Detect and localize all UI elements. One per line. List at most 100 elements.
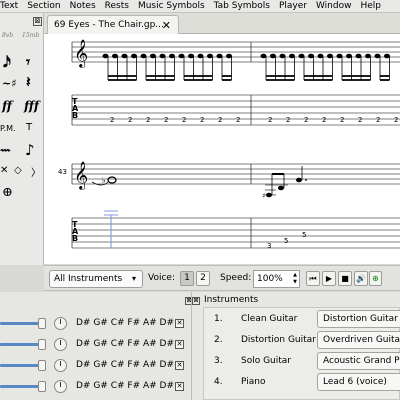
play-button[interactable]: ▶: [322, 271, 336, 286]
mixer-row: D# G# C# F# A# D# ✕: [0, 336, 191, 354]
tab-fret-number: 2: [304, 116, 308, 124]
tab-clef-b: B: [72, 111, 78, 120]
system-2-staff: [71, 163, 400, 185]
chevron-down-icon: ▾: [131, 274, 136, 283]
note-head: [317, 53, 324, 59]
instrument-patch-dropdown[interactable]: Overdriven Guitar: [317, 331, 400, 349]
speed-spinbox[interactable]: 100% ▲ ▼: [253, 270, 300, 288]
note-head: [289, 53, 295, 59]
dynamic-ff-icon[interactable]: ff: [2, 99, 12, 113]
note-head: [159, 53, 166, 59]
system-1-fret-numbers: 2 2 2 2 2 2 2 2 2 2 2 2 2 2 2 2: [110, 116, 398, 124]
menu-tab-symbols[interactable]: Tab Symbols: [214, 0, 270, 12]
menu-player[interactable]: Player: [279, 0, 307, 12]
tab-fret-number: 2: [322, 116, 326, 124]
instrument-number: 1.: [214, 314, 223, 324]
volume-slider-track: [0, 343, 42, 346]
instruments-close-button[interactable]: ⊠: [192, 297, 200, 305]
tab-fret-number: 2: [200, 116, 204, 124]
instrument-filter-dropdown[interactable]: All Instruments ▾: [49, 270, 143, 288]
volume-slider-handle[interactable]: [38, 381, 46, 392]
palette-close-button[interactable]: ⊠: [33, 17, 42, 26]
menu-music-symbols[interactable]: Music Symbols: [138, 0, 205, 12]
tuning-text: D# G# C# F# A# D#: [76, 318, 175, 328]
instrument-patch-dropdown[interactable]: Distortion Guitar: [317, 310, 400, 328]
dead-note-icon[interactable]: ✕: [0, 165, 8, 176]
tab-fret-number: 2: [394, 116, 398, 124]
volume-slider-track: [0, 322, 42, 325]
skip-to-start-button[interactable]: ⏮: [306, 271, 320, 286]
system-1-notes: [102, 53, 390, 81]
sixteenth-note-icon[interactable]: 𝅘𝅥𝅯: [3, 53, 11, 71]
document-tab[interactable]: 69 Eyes - The Chair.gp... ✕: [47, 15, 179, 34]
menu-section[interactable]: Section: [27, 0, 60, 12]
harmonic-icon[interactable]: ◇: [14, 165, 22, 176]
mixer-panel: ⊠ D# G# C# F# A# D# ✕ D# G# C# F# A# D# …: [0, 292, 192, 400]
menu-window[interactable]: Window: [316, 0, 352, 12]
tab-fret-number: 3: [267, 242, 271, 250]
volume-slider-handle[interactable]: [38, 318, 46, 329]
menu-text[interactable]: Text: [0, 0, 18, 12]
symbol-palette: ⊠ 8vb 15mb 𝅘𝅥𝅯 𝄾 ~♯ 𝄽 ff fff P.M. T 𝆝𝆝𝆝 …: [0, 13, 44, 265]
mixer-row: D# G# C# F# A# D# ✕: [0, 315, 191, 333]
tab-fret-number: 2: [268, 116, 272, 124]
trill-icon[interactable]: ~♯: [2, 77, 17, 90]
instrument-row: 3. Solo Guitar Acoustic Grand Piano: [204, 350, 400, 372]
remove-track-button[interactable]: ✕: [175, 340, 184, 349]
remove-track-button[interactable]: ✕: [175, 319, 184, 328]
spin-arrows-icon[interactable]: ▲ ▼: [293, 272, 297, 286]
menu-help[interactable]: Help: [360, 0, 381, 12]
tab-fret-number: 2: [128, 116, 132, 124]
remove-track-button[interactable]: ✕: [175, 361, 184, 370]
note-head: [270, 53, 276, 59]
note-head: [112, 53, 118, 59]
volume-slider-handle[interactable]: [38, 360, 46, 371]
quarter-rest-icon[interactable]: 𝄽: [26, 73, 31, 91]
dynamic-fff-icon[interactable]: fff: [24, 99, 39, 113]
dot-icon: [305, 179, 307, 181]
note-head: [207, 53, 213, 59]
instrument-number: 2.: [214, 335, 223, 345]
treble-clef-icon: 𝄞: [74, 39, 88, 68]
speed-value: 100%: [257, 274, 283, 284]
volume-slider-track: [0, 385, 42, 388]
instrument-number: 3.: [214, 356, 223, 366]
volume-slider-handle[interactable]: [38, 339, 46, 350]
instrument-patch-dropdown[interactable]: Acoustic Grand Piano: [317, 352, 400, 370]
tab-fret-number: 2: [146, 116, 150, 124]
mixer-close-button[interactable]: ⊠: [185, 297, 191, 305]
pan-knob[interactable]: [54, 380, 67, 393]
tapping-label[interactable]: T: [26, 122, 32, 133]
tuning-text: D# G# C# F# A# D#: [76, 360, 175, 370]
note-head: [131, 53, 137, 59]
slide-icon[interactable]: 〉: [31, 164, 41, 179]
voice-2-button[interactable]: 2: [196, 271, 210, 286]
coda-icon[interactable]: ⊕: [2, 185, 13, 200]
note-head: [327, 53, 333, 59]
tuning-text: D# G# C# F# A# D#: [76, 339, 175, 349]
score-view[interactable]: 𝄞 T A B 2222222222222222 43 𝄞 ♭ ♯ T A B …: [44, 34, 400, 264]
document-tabbar: 69 Eyes - The Chair.gp... ✕: [44, 13, 400, 34]
treble-clef-icon-2: 𝄞: [74, 161, 88, 190]
count-in-button[interactable]: ⊕: [369, 271, 382, 286]
stop-button[interactable]: ■: [338, 271, 352, 286]
instrument-number: 4.: [214, 377, 223, 387]
vibrato-icon[interactable]: 𝆝𝆝𝆝: [1, 143, 10, 158]
pan-knob[interactable]: [54, 338, 67, 351]
remove-track-button[interactable]: ✕: [175, 382, 184, 391]
eighth-rest-icon[interactable]: 𝄾: [26, 53, 30, 71]
menu-rests[interactable]: Rests: [105, 0, 129, 12]
close-tab-icon[interactable]: ✕: [162, 19, 171, 32]
pan-knob[interactable]: [54, 359, 67, 372]
instrument-patch-dropdown[interactable]: Lead 6 (voice): [317, 373, 400, 391]
palm-mute-label[interactable]: P.M.: [0, 124, 16, 133]
pan-knob[interactable]: [54, 317, 67, 330]
note-head: [336, 53, 343, 59]
note-head: [278, 185, 284, 191]
mixer-row: D# G# C# F# A# D# ✕: [0, 378, 191, 396]
grace-note-icon[interactable]: ♪: [25, 141, 35, 159]
menu-notes[interactable]: Notes: [70, 0, 96, 12]
metronome-button[interactable]: 🔊: [354, 271, 368, 286]
voice-1-button[interactable]: 1: [180, 271, 194, 286]
note-head: [279, 53, 286, 59]
